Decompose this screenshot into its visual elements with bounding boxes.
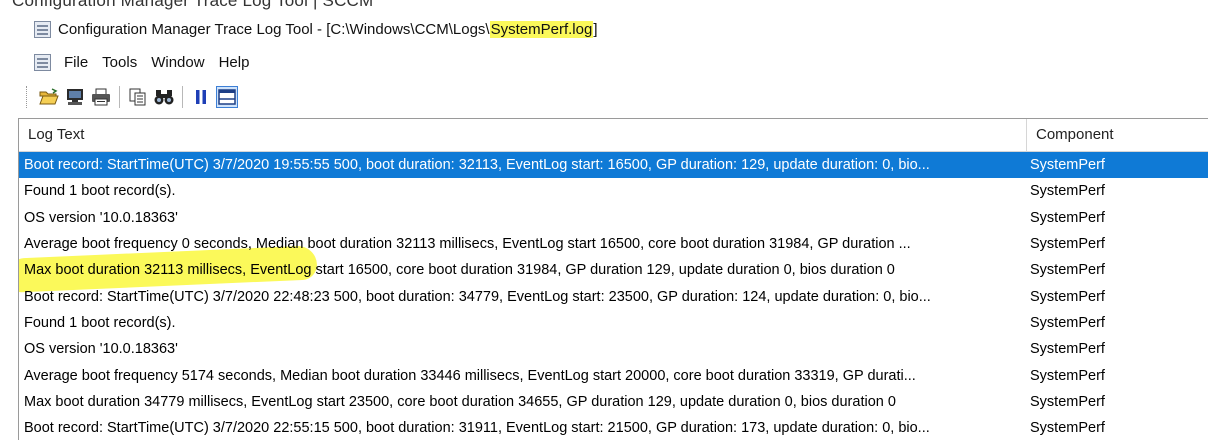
log-text-cell: Average boot frequency 5174 seconds, Med… bbox=[24, 367, 916, 384]
log-list[interactable]: Log Text Component Boot record: StartTim… bbox=[18, 118, 1208, 440]
toolbar-grip[interactable] bbox=[26, 86, 30, 108]
log-rows: Boot record: StartTime(UTC) 3/7/2020 19:… bbox=[19, 152, 1208, 440]
log-text-cell: Boot record: StartTime(UTC) 3/7/2020 22:… bbox=[24, 288, 931, 305]
log-text-cell: Boot record: StartTime(UTC) 3/7/2020 19:… bbox=[24, 157, 930, 174]
table-row[interactable]: Average boot frequency 5174 seconds, Med… bbox=[19, 362, 1208, 388]
title-suffix: ] bbox=[593, 20, 598, 38]
log-text-cell: OS version '10.0.18363' bbox=[24, 341, 178, 358]
banner-text: Configuration Manager Trace Log Tool | S… bbox=[12, 0, 374, 10]
list-header: Log Text Component bbox=[19, 119, 1208, 152]
component-cell: SystemPerf bbox=[1030, 420, 1105, 437]
table-row[interactable]: Boot record: StartTime(UTC) 3/7/2020 22:… bbox=[19, 415, 1208, 440]
monitor-icon[interactable] bbox=[64, 86, 86, 108]
cropped-banner: Configuration Manager Trace Log Tool | S… bbox=[0, 0, 1208, 14]
window-title: Configuration Manager Trace Log Tool - [… bbox=[58, 20, 598, 38]
title-file: SystemPerf.log bbox=[489, 20, 594, 38]
document-menu-icon[interactable] bbox=[34, 53, 51, 71]
component-cell: SystemPerf bbox=[1030, 393, 1105, 410]
table-row[interactable]: OS version '10.0.18363' SystemPerf bbox=[19, 205, 1208, 231]
menu-window[interactable]: Window bbox=[144, 52, 211, 73]
log-text-cell: OS version '10.0.18363' bbox=[24, 209, 178, 226]
open-folder-icon[interactable] bbox=[38, 86, 60, 108]
toolbar-separator bbox=[119, 86, 120, 108]
copy-icon[interactable] bbox=[127, 86, 149, 108]
title-prefix: Configuration Manager Trace Log Tool - [… bbox=[58, 20, 490, 38]
menu-help[interactable]: Help bbox=[212, 52, 257, 73]
component-cell: SystemPerf bbox=[1030, 236, 1105, 253]
toolbar bbox=[0, 80, 1208, 114]
print-icon[interactable] bbox=[90, 86, 112, 108]
component-cell: SystemPerf bbox=[1030, 183, 1105, 200]
component-cell: SystemPerf bbox=[1030, 341, 1105, 358]
column-header-log-text[interactable]: Log Text bbox=[19, 119, 1027, 151]
log-text-cell: Max boot duration 34779 millisecs, Event… bbox=[24, 393, 896, 410]
table-row[interactable]: OS version '10.0.18363' SystemPerf bbox=[19, 336, 1208, 362]
component-cell: SystemPerf bbox=[1030, 288, 1105, 305]
pause-icon[interactable] bbox=[190, 86, 212, 108]
component-cell: SystemPerf bbox=[1030, 367, 1105, 384]
menu-bar: File Tools Window Help bbox=[0, 46, 1208, 78]
log-text-cell: Boot record: StartTime(UTC) 3/7/2020 22:… bbox=[24, 420, 930, 437]
find-icon[interactable] bbox=[153, 86, 175, 108]
toolbar-separator bbox=[182, 86, 183, 108]
log-text-cell: Max boot duration 32113 millisecs, Event… bbox=[24, 262, 895, 279]
table-row[interactable]: Found 1 boot record(s). SystemPerf bbox=[19, 310, 1208, 336]
component-cell: SystemPerf bbox=[1030, 314, 1105, 331]
menu-file[interactable]: File bbox=[57, 52, 95, 73]
component-cell: SystemPerf bbox=[1030, 209, 1105, 226]
log-text-cell: Found 1 boot record(s). bbox=[24, 314, 176, 331]
table-row[interactable]: Found 1 boot record(s). SystemPerf bbox=[19, 178, 1208, 204]
table-row[interactable]: Boot record: StartTime(UTC) 3/7/2020 22:… bbox=[19, 283, 1208, 309]
table-row[interactable]: Max boot duration 34779 millisecs, Event… bbox=[19, 389, 1208, 415]
menu-tools[interactable]: Tools bbox=[95, 52, 144, 73]
title-bar: Configuration Manager Trace Log Tool - [… bbox=[0, 14, 1208, 44]
column-header-component[interactable]: Component bbox=[1027, 119, 1208, 151]
app-icon bbox=[34, 20, 51, 38]
log-text-cell: Average boot frequency 0 seconds, Median… bbox=[24, 236, 911, 253]
log-text-cell: Found 1 boot record(s). bbox=[24, 183, 176, 200]
table-row[interactable]: Boot record: StartTime(UTC) 3/7/2020 19:… bbox=[19, 152, 1208, 179]
preview-pane-icon[interactable] bbox=[216, 86, 238, 108]
component-cell: SystemPerf bbox=[1030, 157, 1105, 174]
component-cell: SystemPerf bbox=[1030, 262, 1105, 279]
